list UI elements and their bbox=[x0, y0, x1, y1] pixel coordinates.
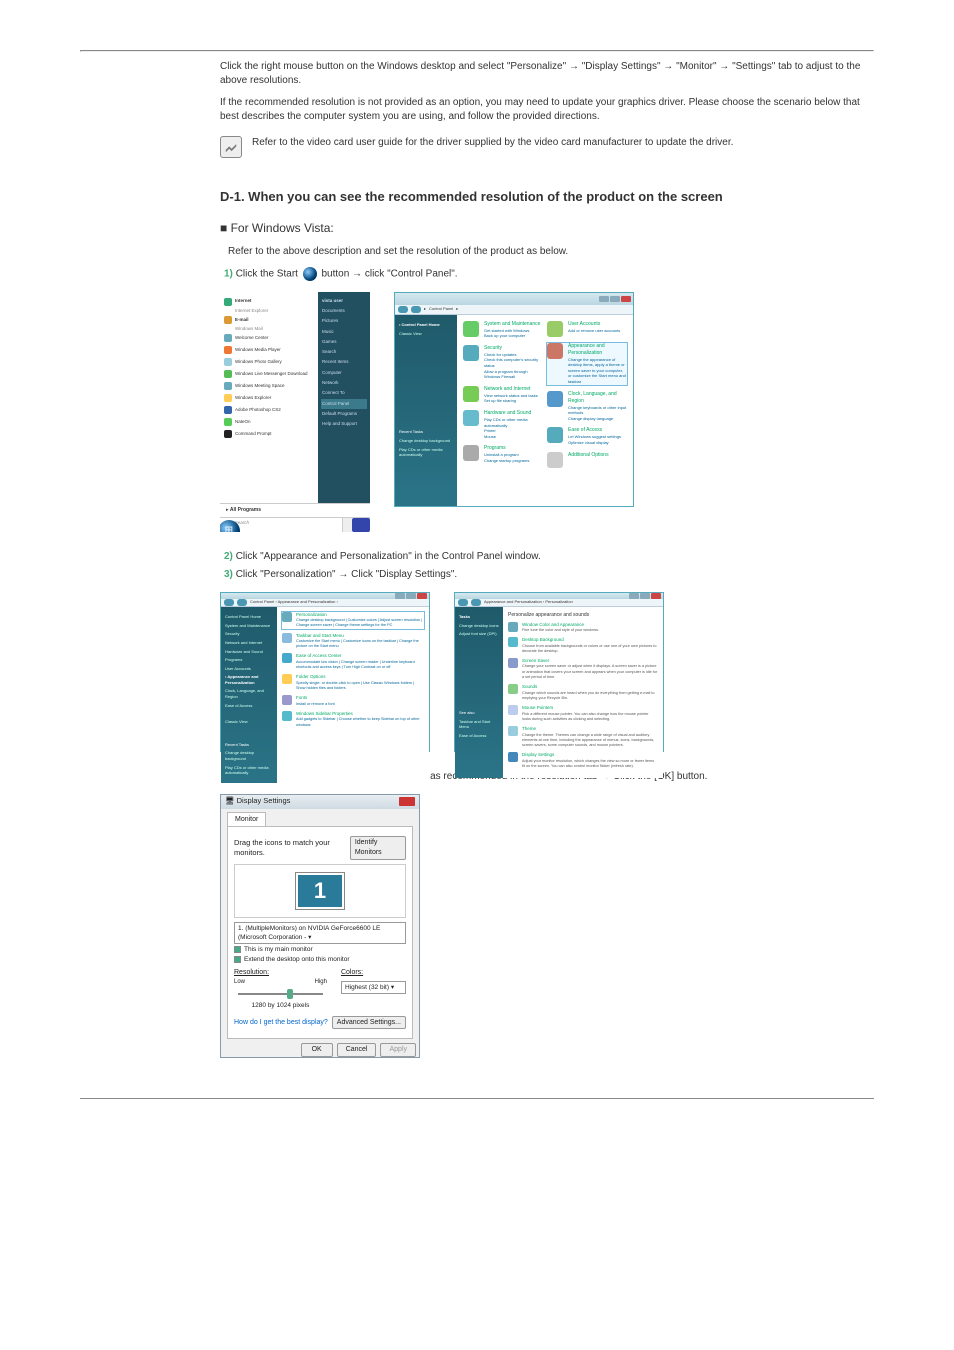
d1-note: Refer to the above description and set t… bbox=[228, 245, 874, 259]
cancel-button[interactable]: Cancel bbox=[337, 1043, 377, 1057]
tab-monitor[interactable]: Monitor bbox=[227, 812, 266, 827]
step-1: 1) Click the Start button → click "Contr… bbox=[224, 267, 874, 282]
monitor-1-icon[interactable]: 1 bbox=[296, 873, 344, 909]
screenshot-appearance-personalization: Control Panel › Appearance and Personali… bbox=[220, 592, 430, 752]
apply-button[interactable]: Apply bbox=[380, 1043, 416, 1057]
resolution-slider[interactable] bbox=[238, 993, 323, 995]
drag-instruction: Drag the icons to match your monitors. bbox=[234, 838, 350, 859]
monitor-dropdown[interactable]: 1. (MultipleMonitors) on NVIDIA GeForce6… bbox=[234, 922, 406, 944]
paragraph-personalize-path: Click the right mouse button on the Wind… bbox=[220, 60, 874, 88]
dialog-title: Display Settings bbox=[237, 796, 291, 805]
subsection-vista: For Windows Vista: bbox=[231, 221, 334, 235]
note-text: Refer to the video card user guide for t… bbox=[252, 136, 874, 150]
section-d1-heading: D-1. When you can see the recommended re… bbox=[220, 188, 874, 206]
identify-monitors-button[interactable]: Identify Monitors bbox=[350, 836, 406, 860]
resolution-label: Resolution: bbox=[234, 968, 327, 978]
step-3: 3) Click "Personalization" → Click "Disp… bbox=[224, 568, 874, 582]
note-block: Refer to the video card user guide for t… bbox=[220, 136, 874, 158]
close-icon[interactable] bbox=[399, 797, 415, 806]
screenshot-start-menu: Internet Internet Explorer E-mail Window… bbox=[220, 292, 370, 532]
monitor-layout-area[interactable]: 1 bbox=[234, 864, 406, 918]
resolution-value: 1280 by 1024 pixels bbox=[234, 1001, 327, 1010]
start-orb-icon bbox=[303, 267, 317, 281]
main-monitor-checkbox[interactable]: This is my main monitor bbox=[234, 945, 406, 954]
colors-label: Colors: bbox=[341, 968, 406, 978]
colors-dropdown[interactable]: Highest (32 bit) ▾ bbox=[341, 981, 406, 994]
help-link[interactable]: How do I get the best display? bbox=[234, 1018, 328, 1028]
step-2: 2) Click "Appearance and Personalization… bbox=[224, 550, 874, 564]
screenshot-personalization: Appearance and Personalization › Persona… bbox=[454, 592, 664, 752]
note-icon bbox=[220, 136, 242, 158]
ok-button[interactable]: OK bbox=[301, 1043, 333, 1057]
extend-desktop-checkbox[interactable]: Extend the desktop onto this monitor bbox=[234, 955, 406, 964]
screenshot-control-panel: ▸ Control Panel ▸ • Control Panel Home C… bbox=[394, 292, 634, 507]
advanced-settings-button[interactable]: Advanced Settings... bbox=[332, 1016, 406, 1030]
paragraph-driver-update: If the recommended resolution is not pro… bbox=[220, 96, 874, 124]
screenshot-display-settings: 🖥 Display Settings Monitor Drag the icon… bbox=[220, 794, 420, 1059]
